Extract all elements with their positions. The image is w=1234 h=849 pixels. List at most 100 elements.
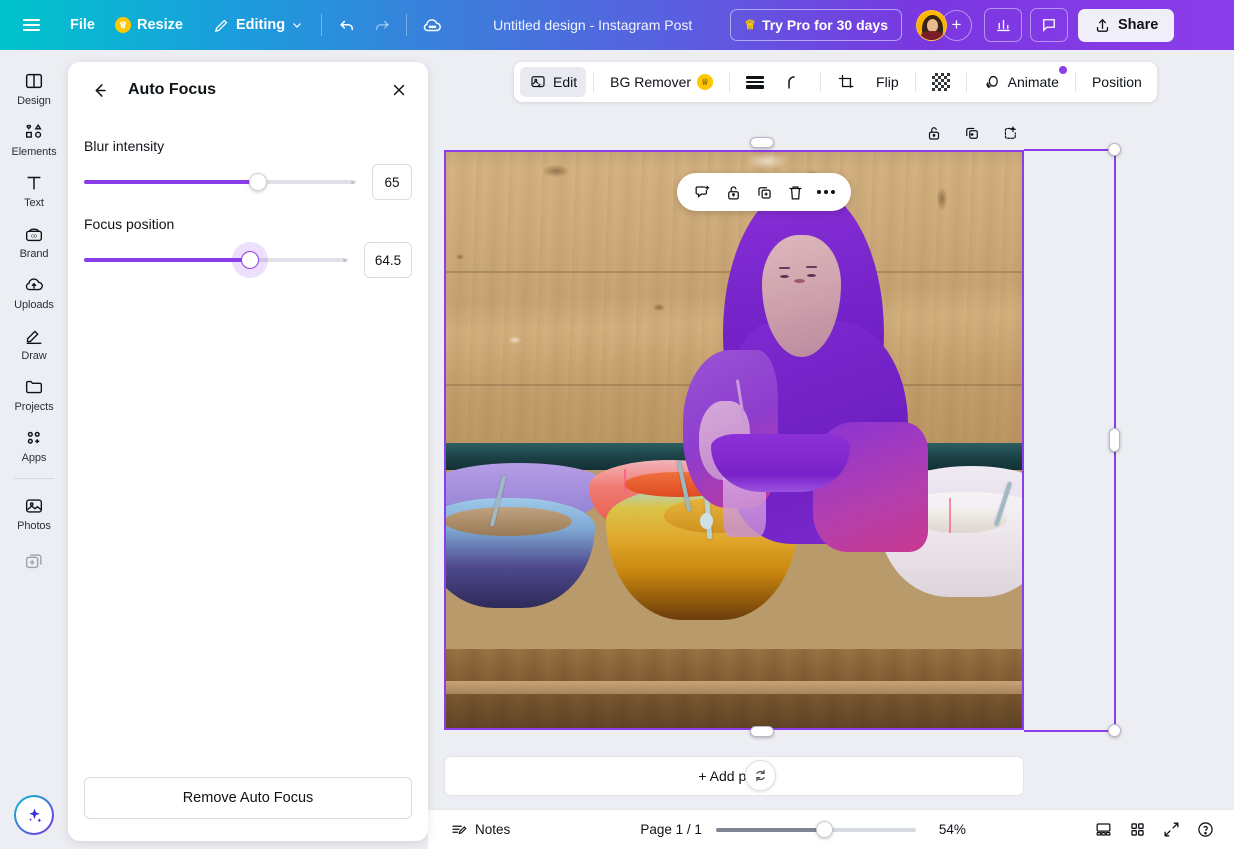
duplicate-element-button[interactable] — [750, 178, 778, 206]
slider-track-fill — [84, 258, 251, 262]
image-edit-icon — [531, 76, 545, 88]
crop-button[interactable] — [828, 67, 865, 97]
transparency-button[interactable] — [923, 67, 959, 97]
sidebar-item-photos[interactable]: Photos — [4, 487, 64, 538]
panel-header: Auto Focus — [68, 62, 428, 118]
tab-edit[interactable]: Edit — [520, 67, 587, 97]
top-header-bar: File ♕ Resize Editing Untitled design - … — [0, 0, 1234, 50]
slider-knob[interactable] — [249, 173, 268, 191]
blur-intensity-slider[interactable] — [84, 169, 356, 195]
remove-auto-focus-button[interactable]: Remove Auto Focus — [84, 777, 412, 819]
sidebar-divider — [14, 478, 54, 479]
position-button[interactable]: Position — [1083, 67, 1151, 97]
upload-cloud-icon — [25, 278, 43, 291]
redo-button[interactable] — [364, 8, 398, 42]
avatar[interactable] — [916, 9, 948, 41]
blur-intensity-input[interactable]: 65 — [372, 164, 412, 200]
upload-icon — [1096, 18, 1109, 32]
sidebar-item-text[interactable]: Text — [4, 164, 64, 215]
fullscreen-button[interactable] — [1156, 815, 1186, 845]
animate-button[interactable]: Animate — [974, 66, 1068, 97]
zoom-knob[interactable] — [815, 821, 833, 838]
canvas-area[interactable]: + Add page — [428, 50, 1234, 849]
sidebar-item-brand[interactable]: co Brand — [4, 215, 64, 266]
comments-button[interactable] — [1030, 8, 1069, 42]
sidebar-item-design[interactable]: Design — [4, 62, 64, 113]
sidebar-item-elements[interactable]: Elements — [4, 113, 64, 164]
document-title[interactable]: Untitled design - Instagram Post — [483, 11, 702, 39]
resize-handle-bottom-center[interactable] — [750, 726, 774, 737]
sidebar-item-label: Uploads — [14, 299, 54, 311]
design-panel-icon — [25, 73, 43, 89]
resize-label: Resize — [136, 17, 183, 33]
sidebar-item-more[interactable] — [4, 542, 64, 578]
trash-icon — [788, 185, 802, 199]
resize-handle-top-right[interactable] — [1108, 143, 1121, 156]
adjust-button[interactable] — [737, 67, 773, 97]
duplicate-page-button[interactable] — [957, 118, 987, 148]
zoom-track-fill — [715, 827, 824, 832]
add-page-button[interactable] — [995, 118, 1025, 148]
panel-back-button[interactable] — [84, 75, 114, 105]
text-t-icon — [27, 176, 41, 190]
grid-view-button[interactable] — [1122, 815, 1152, 845]
try-pro-button[interactable]: ♕ Try Pro for 30 days — [730, 9, 903, 41]
cloud-save-button[interactable] — [415, 8, 449, 42]
auto-focus-panel: Auto Focus Blur intensity 65 Focus posit… — [68, 62, 428, 841]
file-menu-button[interactable]: File — [60, 11, 105, 39]
zoom-controls: Page 1 / 1 54% — [640, 821, 966, 839]
flip-button[interactable]: Flip — [867, 67, 908, 97]
focus-position-input[interactable]: 64.5 — [364, 242, 412, 278]
zoom-percent-label: 54% — [938, 822, 966, 837]
add-comment-button[interactable] — [688, 178, 716, 206]
add-page-bar[interactable]: + Add page — [444, 756, 1024, 796]
resize-handle-bottom-right[interactable] — [1108, 724, 1121, 737]
corner-radius-button[interactable] — [775, 67, 813, 97]
delete-element-button[interactable] — [781, 178, 809, 206]
insights-button[interactable] — [984, 8, 1023, 42]
lock-open-icon — [928, 127, 940, 140]
page-view-button[interactable] — [1088, 815, 1118, 845]
sidebar-item-draw[interactable]: Draw — [4, 317, 64, 368]
slider-max-dot — [351, 180, 354, 184]
undo-button[interactable] — [330, 8, 364, 42]
panel-close-button[interactable] — [384, 75, 414, 105]
editing-mode-button[interactable]: Editing — [203, 11, 313, 40]
animate-notification-badge — [1058, 66, 1067, 74]
slider-max-dot — [343, 258, 346, 262]
folder-icon — [25, 380, 43, 394]
shapes-icon — [25, 123, 42, 138]
selection-bottom-extension — [1024, 730, 1116, 732]
focus-position-row: 64.5 — [84, 242, 412, 278]
sidebar-item-label: Apps — [21, 452, 47, 464]
focus-position-slider[interactable] — [84, 247, 348, 273]
slider-knob[interactable] — [241, 251, 260, 269]
page-title: Auto Focus — [128, 81, 216, 98]
share-button[interactable]: Share — [1078, 8, 1175, 42]
sidebar-item-uploads[interactable]: Uploads — [4, 266, 64, 317]
flip-label: Flip — [876, 74, 899, 90]
magic-sparkle-icon — [28, 808, 42, 822]
notes-button[interactable]: Notes — [442, 815, 518, 845]
more-options-button[interactable] — [812, 178, 840, 206]
photo-image — [444, 150, 1024, 730]
help-button[interactable] — [1190, 815, 1220, 845]
animate-label: Animate — [1007, 74, 1059, 90]
resize-button[interactable]: ♕ Resize — [105, 11, 193, 39]
sidebar-item-apps[interactable]: Apps — [4, 419, 64, 470]
magic-studio-button[interactable] — [14, 795, 54, 835]
hamburger-menu-button[interactable] — [14, 8, 48, 42]
toolbar-divider-3 — [820, 72, 822, 92]
resize-handle-right-middle[interactable] — [1109, 428, 1120, 452]
zoom-slider[interactable] — [715, 821, 916, 839]
position-label: Position — [1091, 74, 1142, 90]
lock-page-button[interactable] — [919, 118, 949, 148]
sidebar-item-projects[interactable]: Projects — [4, 368, 64, 419]
resize-handle-top-center[interactable] — [750, 137, 774, 148]
bg-remover-button[interactable]: BG Remover ♕ — [601, 67, 722, 97]
blur-intensity-row: 65 — [84, 164, 412, 200]
lock-element-button[interactable] — [719, 178, 747, 206]
design-page[interactable] — [444, 150, 1024, 730]
bottom-status-bar: Notes Page 1 / 1 54% — [428, 809, 1234, 849]
cloud-saving-icon — [423, 19, 442, 32]
